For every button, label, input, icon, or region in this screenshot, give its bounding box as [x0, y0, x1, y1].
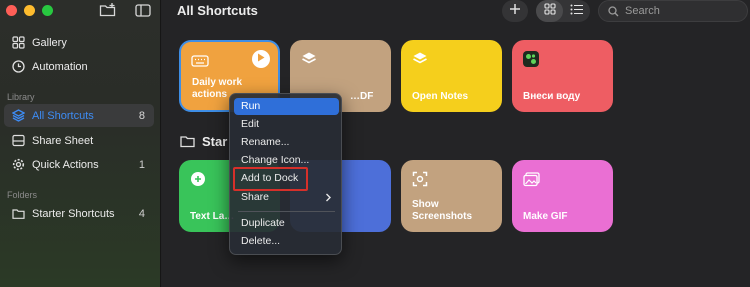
- sidebar-item-quick-actions[interactable]: Quick Actions 1: [4, 153, 154, 176]
- search-field[interactable]: Search: [598, 0, 748, 22]
- add-shortcut-button[interactable]: [502, 0, 528, 22]
- view-mode-toggle: [536, 0, 590, 22]
- app-icon: [522, 50, 540, 68]
- sidebar-item-label: All Shortcuts: [32, 109, 94, 122]
- card-title-line2: …DF: [350, 91, 374, 102]
- sidebar-item-gallery[interactable]: Gallery: [4, 31, 154, 54]
- sidebar-item-label: Starter Shortcuts: [32, 207, 115, 220]
- grid-view-button[interactable]: [536, 0, 563, 22]
- card-title: Open Notes: [412, 91, 468, 103]
- card-title: Text La…: [190, 211, 234, 223]
- search-icon: [608, 5, 619, 17]
- run-shortcut-button[interactable]: [252, 50, 270, 68]
- close-window-button[interactable]: [6, 5, 17, 16]
- card-title-line2: Screenshots: [412, 211, 473, 222]
- folder-icon: [11, 207, 25, 221]
- card-title: …DF: [350, 91, 373, 103]
- section-heading-starter-shortcuts[interactable]: Star: [180, 134, 227, 149]
- shortcut-card-make-gif[interactable]: Make GIF: [512, 160, 613, 232]
- library-heading: Library: [7, 92, 35, 102]
- minimize-window-button[interactable]: [24, 5, 35, 16]
- message-icon: [189, 170, 207, 188]
- shortcut-card-vnesi-vodu[interactable]: Внеси воду: [512, 40, 613, 112]
- list-view-button[interactable]: [563, 0, 590, 22]
- card-title: Show Screenshots: [412, 199, 472, 223]
- card-title-line1: Daily work: [192, 77, 243, 88]
- list-icon: [570, 2, 583, 20]
- card-title-line2: Text La…: [190, 211, 235, 222]
- gear-icon: [11, 158, 25, 172]
- grid-icon: [543, 2, 556, 20]
- count-badge: 8: [138, 109, 145, 122]
- folders-heading: Folders: [7, 190, 38, 200]
- zoom-window-button[interactable]: [42, 5, 53, 16]
- menu-separator: [238, 211, 335, 212]
- card-title-line2: Open Notes: [412, 91, 469, 102]
- card-title: Make GIF: [523, 211, 567, 223]
- sidebar-item-label: Gallery: [32, 36, 67, 49]
- menu-item-label: Share: [241, 191, 270, 203]
- card-title-line1: Show: [412, 199, 439, 210]
- folder-icon: [180, 135, 195, 148]
- shortcut-card-open-notes[interactable]: Open Notes: [401, 40, 502, 112]
- plus-icon: [509, 2, 521, 20]
- sidebar-item-all-shortcuts[interactable]: All Shortcuts 8: [4, 104, 154, 127]
- shortcuts-icon: [11, 109, 25, 123]
- menu-item-share[interactable]: Share: [234, 189, 339, 206]
- gallery-icon: [11, 36, 25, 50]
- sidebar-item-label: Quick Actions: [32, 158, 99, 171]
- photos-icon: [522, 170, 540, 188]
- chevron-right-icon: [325, 189, 332, 212]
- sidebar-item-share-sheet[interactable]: Share Sheet: [4, 129, 154, 152]
- keyboard-icon: [191, 52, 209, 70]
- count-badge: 4: [138, 207, 145, 220]
- window-controls: [6, 5, 53, 16]
- sidebar: Gallery Automation Library All Shortcuts…: [0, 0, 161, 287]
- page-title: All Shortcuts: [177, 3, 258, 18]
- shortcut-card-show-screenshots[interactable]: Show Screenshots: [401, 160, 502, 232]
- menu-item-rename[interactable]: Rename...: [234, 134, 339, 151]
- sidebar-item-label: Automation: [32, 60, 88, 73]
- layers-icon: [300, 50, 318, 68]
- count-badge: 1: [138, 158, 145, 171]
- card-title-line2: Внеси воду: [523, 91, 581, 102]
- menu-item-run[interactable]: Run: [234, 98, 339, 115]
- screenshot-icon: [411, 170, 429, 188]
- card-title-line2: Make GIF: [523, 211, 568, 222]
- sidebar-item-starter-shortcuts[interactable]: Starter Shortcuts 4: [4, 202, 154, 225]
- highlight-annotation-box: [233, 167, 308, 191]
- sidebar-item-label: Share Sheet: [32, 134, 94, 147]
- sidebar-toggle-icon[interactable]: [135, 2, 151, 23]
- new-folder-icon[interactable]: [99, 2, 117, 23]
- menu-item-duplicate[interactable]: Duplicate: [234, 215, 339, 232]
- sidebar-item-automation[interactable]: Automation: [4, 55, 154, 78]
- share-sheet-icon: [11, 134, 25, 148]
- menu-item-edit[interactable]: Edit: [234, 116, 339, 133]
- play-icon: [257, 53, 265, 65]
- menu-item-delete[interactable]: Delete...: [234, 233, 339, 250]
- clock-icon: [11, 60, 25, 74]
- layers-icon: [411, 50, 429, 68]
- search-placeholder: Search: [625, 5, 660, 17]
- section-title: Star: [202, 134, 228, 149]
- card-title: Внеси воду: [523, 91, 580, 103]
